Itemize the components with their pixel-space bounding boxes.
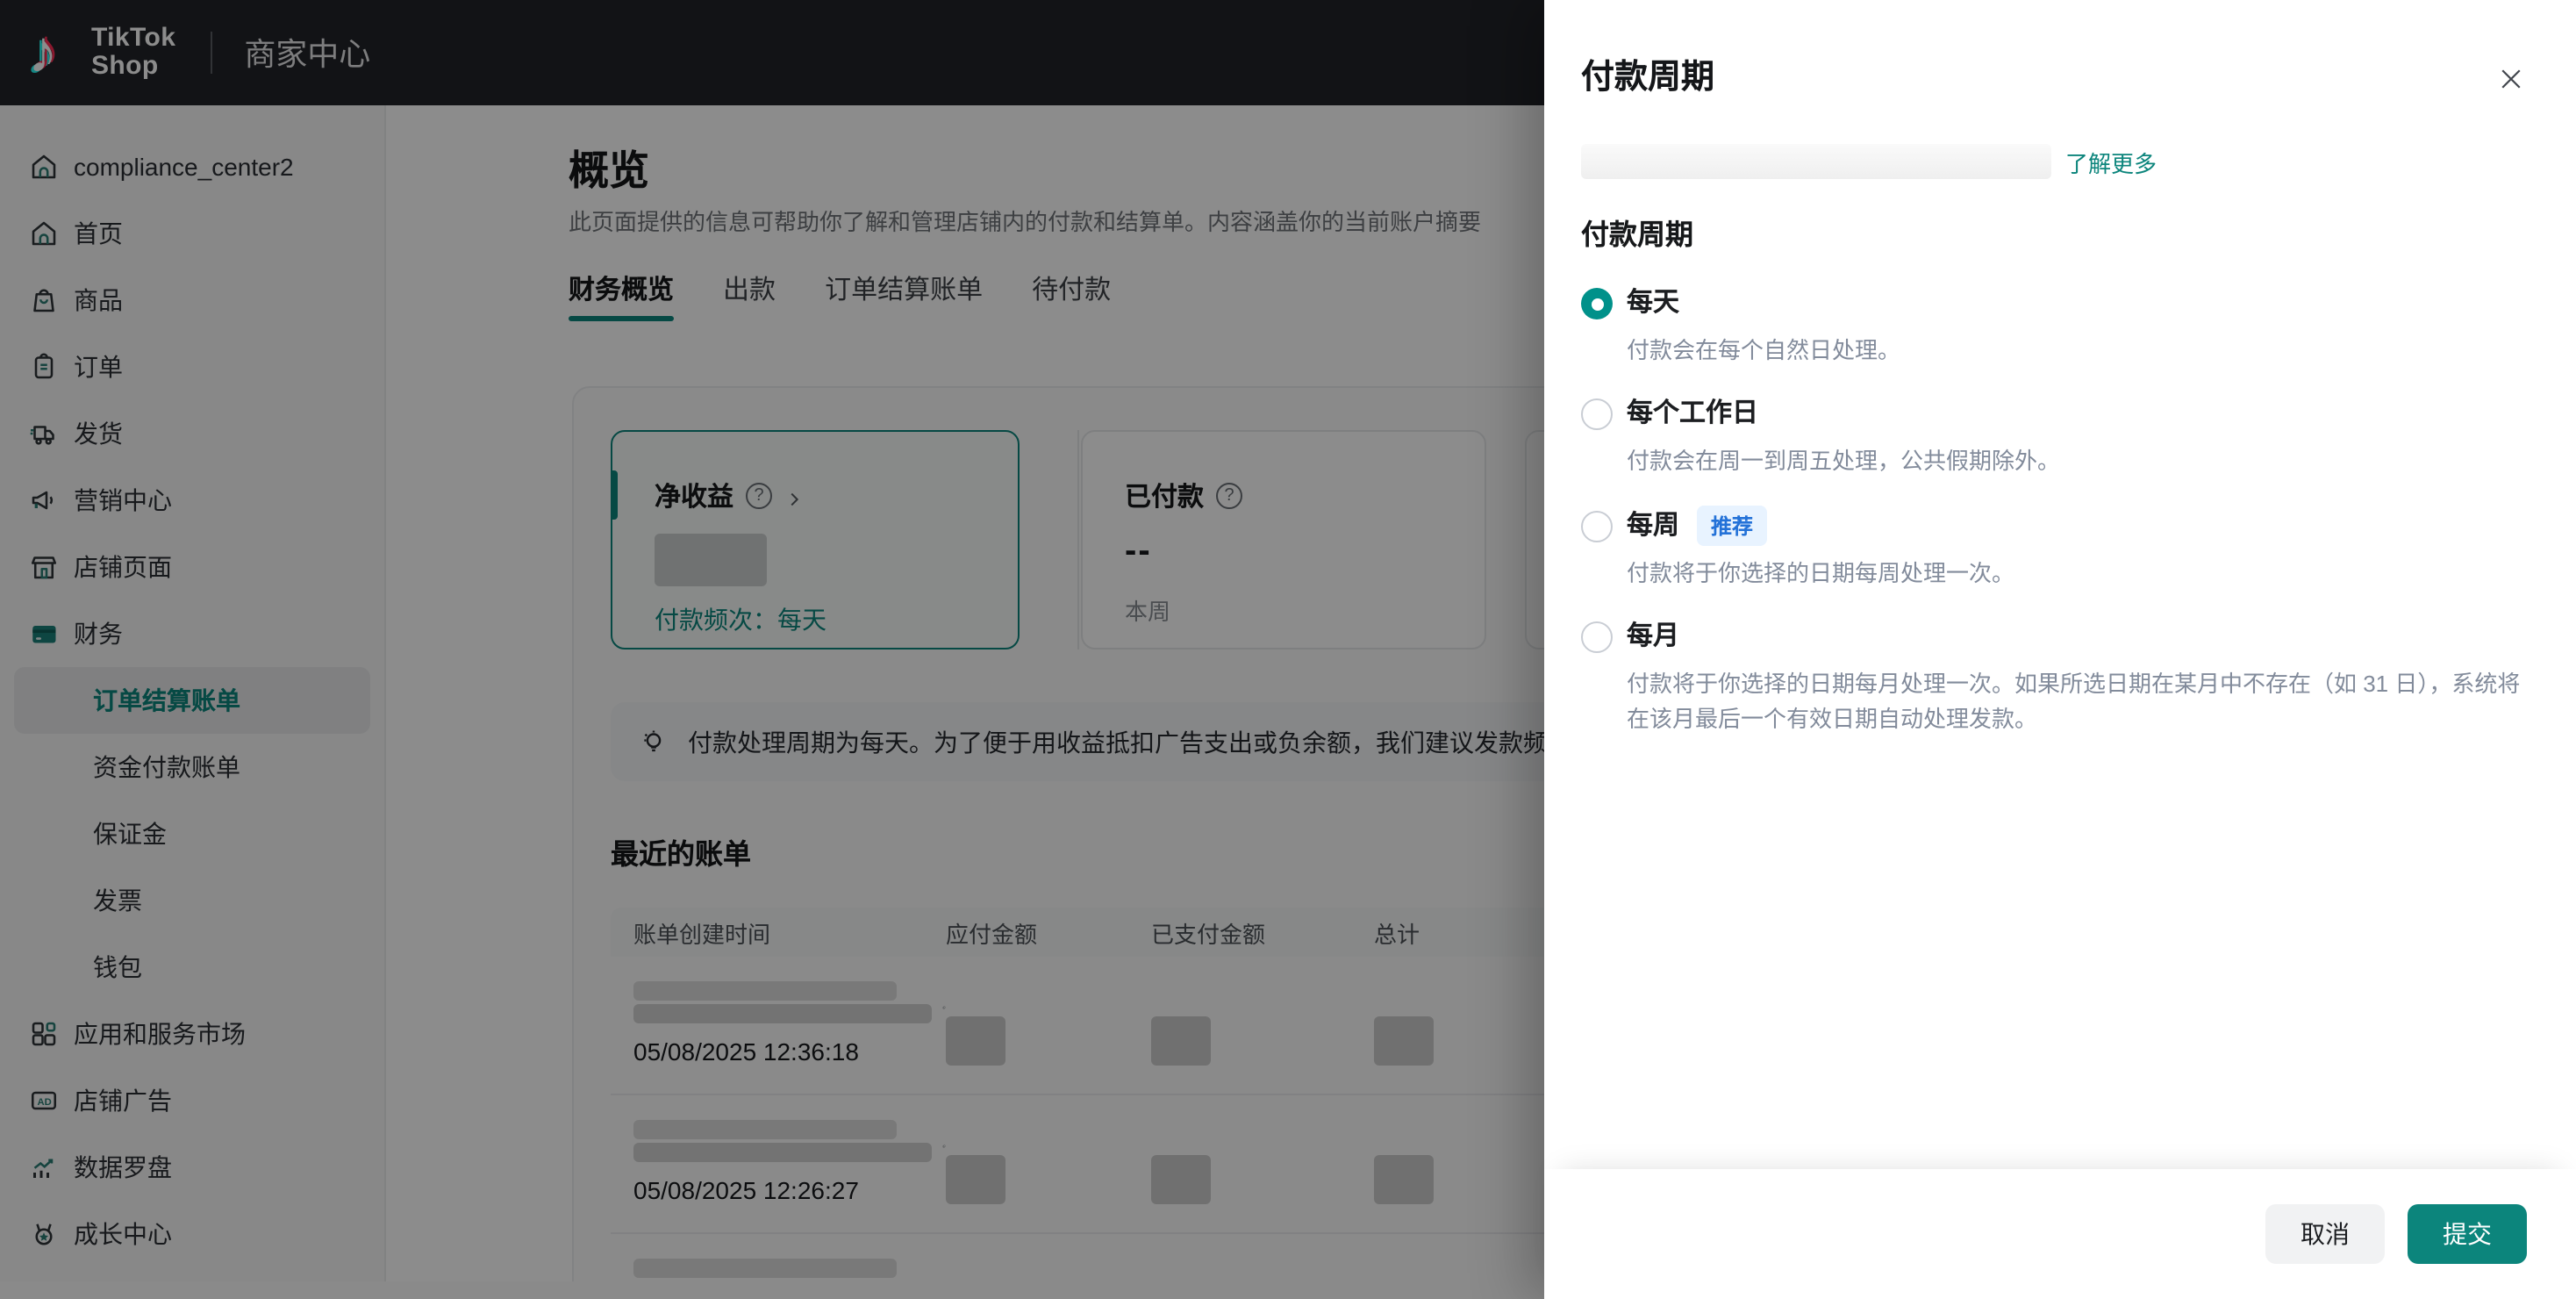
option-description: 付款会在周一到周五处理，公共假期除外。 bbox=[1627, 448, 2061, 474]
option-description: 付款将于你选择的日期每月处理一次。如果所选日期在某月中不存在（如 31 日），系… bbox=[1627, 671, 2521, 732]
radio-weekly[interactable] bbox=[1581, 510, 1613, 542]
option-description: 付款将于你选择的日期每周处理一次。 bbox=[1627, 560, 2015, 586]
radio-weekday[interactable] bbox=[1581, 398, 1613, 430]
submit-button[interactable]: 提交 bbox=[2408, 1204, 2527, 1264]
option-weekday: 每个工作日 付款会在周一到周五处理，公共假期除外。 bbox=[1581, 395, 2527, 479]
redacted-intro-text bbox=[1581, 144, 2051, 179]
drawer-title: 付款周期 bbox=[1581, 60, 1715, 97]
option-weekly: 每周 推荐 付款将于你选择的日期每周处理一次。 bbox=[1581, 506, 2527, 592]
close-icon[interactable] bbox=[2495, 63, 2527, 95]
drawer-footer: 取消 提交 bbox=[1544, 1169, 2576, 1299]
radio-monthly[interactable] bbox=[1581, 621, 1613, 653]
option-label[interactable]: 每天 bbox=[1627, 284, 1679, 323]
learn-more-link[interactable]: 了解更多 bbox=[2065, 145, 2157, 178]
cancel-button[interactable]: 取消 bbox=[2265, 1204, 2385, 1264]
radio-daily[interactable] bbox=[1581, 288, 1613, 319]
option-description: 付款会在每个自然日处理。 bbox=[1627, 337, 1901, 363]
app-window: ♪ ♪ ♪ TikTok Shop 商家中心 compliance_center… bbox=[0, 0, 2576, 1299]
payment-cycle-options: 每天 付款会在每个自然日处理。 每个工作日 付款会在周一到周五处理，公共假期除外… bbox=[1581, 284, 2527, 737]
option-label[interactable]: 每个工作日 bbox=[1627, 395, 1758, 434]
option-monthly: 每月 付款将于你选择的日期每月处理一次。如果所选日期在某月中不存在（如 31 日… bbox=[1581, 618, 2527, 737]
option-label[interactable]: 每周 bbox=[1627, 506, 1679, 545]
payment-cycle-drawer: 付款周期 了解更多 付款周期 每天 付款会在每个自然日处理。 每个工作日 付款会… bbox=[1544, 0, 2576, 1299]
recommended-badge: 推荐 bbox=[1697, 506, 1768, 546]
option-daily: 每天 付款会在每个自然日处理。 bbox=[1581, 284, 2527, 369]
payment-cycle-section-heading: 付款周期 bbox=[1581, 221, 1694, 251]
option-label[interactable]: 每月 bbox=[1627, 618, 1679, 657]
